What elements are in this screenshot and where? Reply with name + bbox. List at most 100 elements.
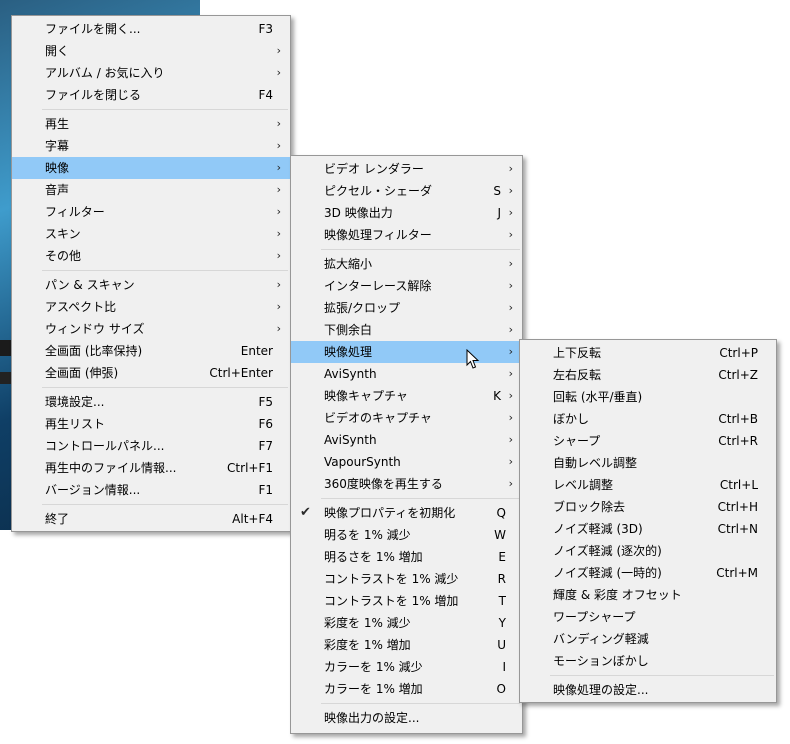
menu-item[interactable]: AviSynth › bbox=[291, 429, 522, 451]
mouse-cursor-icon bbox=[466, 349, 480, 369]
menu-item[interactable]: 全画面 (比率保持) Enter bbox=[12, 340, 290, 362]
menu-item[interactable]: 上下反転 Ctrl+P bbox=[520, 342, 776, 364]
menu-item[interactable]: バンディング軽減 bbox=[520, 628, 776, 650]
menu-item[interactable]: 終了 Alt+F4 bbox=[12, 508, 290, 530]
menu-item[interactable]: AviSynth › bbox=[291, 363, 522, 385]
menu-item[interactable]: ノイズ軽減 (逐次的) bbox=[520, 540, 776, 562]
menu-item[interactable]: ノイズ軽減 (一時的) Ctrl+M bbox=[520, 562, 776, 584]
menu-item-shortcut: Ctrl+N bbox=[717, 522, 758, 536]
menu-item[interactable]: コントラストを 1% 増加 T bbox=[291, 590, 522, 612]
menu-item[interactable]: カラーを 1% 減少 I bbox=[291, 656, 522, 678]
menu-item-label: ビデオのキャプチャ bbox=[324, 411, 432, 425]
menu-item-label: ノイズ軽減 (3D) bbox=[553, 522, 643, 536]
menu-item[interactable]: 映像キャプチャ K › bbox=[291, 385, 522, 407]
menu-item-label: 環境設定... bbox=[45, 395, 105, 409]
menu-item-label: 映像処理フィルター bbox=[324, 228, 432, 242]
menu-item-label: 映像処理の設定... bbox=[553, 683, 649, 697]
menu-item-label: 360度映像を再生する bbox=[324, 477, 443, 491]
menu-item[interactable]: 再生リスト F6 bbox=[12, 413, 290, 435]
menu-item[interactable]: ピクセル・シェーダ S › bbox=[291, 180, 522, 202]
menu-item[interactable]: 360度映像を再生する › bbox=[291, 473, 522, 495]
menu-item[interactable]: 3D 映像出力 J › bbox=[291, 202, 522, 224]
menu-item-label: アスペクト比 bbox=[45, 300, 117, 314]
menu-item[interactable]: 再生中のファイル情報... Ctrl+F1 bbox=[12, 457, 290, 479]
chevron-right-icon: › bbox=[276, 205, 281, 218]
menu-item-shortcut: K bbox=[493, 389, 501, 403]
menu-item[interactable]: ノイズ軽減 (3D) Ctrl+N bbox=[520, 518, 776, 540]
menu-item[interactable]: 映像処理 › bbox=[291, 341, 522, 363]
chevron-right-icon: › bbox=[276, 161, 281, 174]
menu-item[interactable]: シャープ Ctrl+R bbox=[520, 430, 776, 452]
menu-item-label: ぼかし bbox=[553, 412, 590, 426]
menu-item[interactable]: ぼかし Ctrl+B bbox=[520, 408, 776, 430]
menu-item[interactable]: 開く › bbox=[12, 40, 290, 62]
chevron-right-icon: › bbox=[508, 323, 513, 336]
menu-item-label: 音声 bbox=[45, 183, 70, 197]
menu-item[interactable]: 拡張/クロップ › bbox=[291, 297, 522, 319]
menu-item[interactable]: アルバム / お気に入り › bbox=[12, 62, 290, 84]
menu-item[interactable]: 音声 › bbox=[12, 179, 290, 201]
menu-item-label: バンディング軽減 bbox=[553, 632, 649, 646]
menu-item[interactable]: レベル調整 Ctrl+L bbox=[520, 474, 776, 496]
menu-item-shortcut: Ctrl+F1 bbox=[227, 461, 273, 475]
menu-item[interactable]: 明るさを 1% 増加 E bbox=[291, 546, 522, 568]
video-submenu: ビデオ レンダラー › ピクセル・シェーダ S › 3D 映像出力 J › 映像処理フィルター ›… bbox=[290, 155, 523, 734]
menu-item[interactable]: ビデオ レンダラー › bbox=[291, 158, 522, 180]
menu-item[interactable]: 拡大縮小 › bbox=[291, 253, 522, 275]
menu-item-label: 下側余白 bbox=[324, 323, 373, 337]
chevron-right-icon: › bbox=[508, 228, 513, 241]
menu-item[interactable]: ビデオのキャプチャ › bbox=[291, 407, 522, 429]
menu-item[interactable]: バージョン情報... F1 bbox=[12, 479, 290, 501]
menu-item-shortcut: Ctrl+Enter bbox=[209, 366, 273, 380]
menu-item[interactable]: 再生 › bbox=[12, 113, 290, 135]
menu-item[interactable]: 下側余白 › bbox=[291, 319, 522, 341]
menu-item[interactable]: カラーを 1% 増加 O bbox=[291, 678, 522, 700]
menu-item[interactable]: コントロールパネル... F7 bbox=[12, 435, 290, 457]
menu-item-label: VapourSynth bbox=[324, 455, 401, 469]
menu-item[interactable]: ✔ 映像プロパティを初期化 Q bbox=[291, 502, 522, 524]
menu-item[interactable]: 彩度を 1% 増加 U bbox=[291, 634, 522, 656]
menu-item[interactable]: 回転 (水平/垂直) bbox=[520, 386, 776, 408]
menu-item-label: カラーを 1% 減少 bbox=[324, 660, 423, 674]
chevron-right-icon: › bbox=[508, 279, 513, 292]
menu-item-label: ピクセル・シェーダ bbox=[324, 184, 433, 198]
menu-item-shortcut: Ctrl+R bbox=[718, 434, 758, 448]
menu-item[interactable]: 映像出力の設定... bbox=[291, 707, 522, 729]
chevron-right-icon: › bbox=[508, 367, 513, 380]
menu-item[interactable]: ワープシャープ bbox=[520, 606, 776, 628]
chevron-right-icon: › bbox=[508, 411, 513, 424]
menu-item[interactable]: ファイルを開く... F3 bbox=[12, 18, 290, 40]
menu-item[interactable]: モーションぼかし bbox=[520, 650, 776, 672]
menu-item[interactable]: スキン › bbox=[12, 223, 290, 245]
menu-item[interactable]: 映像処理の設定... bbox=[520, 679, 776, 701]
menu-item[interactable]: ファイルを閉じる F4 bbox=[12, 84, 290, 106]
menu-item[interactable]: 字幕 › bbox=[12, 135, 290, 157]
menu-item[interactable]: ブロック除去 Ctrl+H bbox=[520, 496, 776, 518]
menu-item[interactable]: 左右反転 Ctrl+Z bbox=[520, 364, 776, 386]
menu-item[interactable]: 全画面 (伸張) Ctrl+Enter bbox=[12, 362, 290, 384]
menu-item-shortcut: Ctrl+M bbox=[716, 566, 758, 580]
menu-item[interactable]: コントラストを 1% 減少 R bbox=[291, 568, 522, 590]
menu-item-shortcut: Ctrl+B bbox=[718, 412, 758, 426]
menu-item-shortcut: E bbox=[498, 550, 506, 564]
menu-item[interactable]: パン & スキャン › bbox=[12, 274, 290, 296]
menu-item[interactable]: 環境設定... F5 bbox=[12, 391, 290, 413]
menu-item[interactable]: 輝度 & 彩度 オフセット bbox=[520, 584, 776, 606]
menu-item-label: ビデオ レンダラー bbox=[324, 162, 424, 176]
menu-item[interactable]: アスペクト比 › bbox=[12, 296, 290, 318]
menu-item[interactable]: 明るを 1% 減少 W bbox=[291, 524, 522, 546]
chevron-right-icon: › bbox=[276, 300, 281, 313]
menu-item[interactable]: 映像処理フィルター › bbox=[291, 224, 522, 246]
menu-item[interactable]: 自動レベル調整 bbox=[520, 452, 776, 474]
menu-item[interactable]: VapourSynth › bbox=[291, 451, 522, 473]
menu-item-shortcut: T bbox=[498, 594, 506, 608]
chevron-right-icon: › bbox=[508, 345, 513, 358]
menu-item[interactable]: 彩度を 1% 減少 Y bbox=[291, 612, 522, 634]
chevron-right-icon: › bbox=[276, 139, 281, 152]
menu-item-label: AviSynth bbox=[324, 367, 377, 381]
menu-item[interactable]: その他 › bbox=[12, 245, 290, 267]
menu-item[interactable]: ウィンドウ サイズ › bbox=[12, 318, 290, 340]
menu-item[interactable]: インターレース解除 › bbox=[291, 275, 522, 297]
menu-item[interactable]: フィルター › bbox=[12, 201, 290, 223]
menu-item[interactable]: 映像 › bbox=[12, 157, 290, 179]
